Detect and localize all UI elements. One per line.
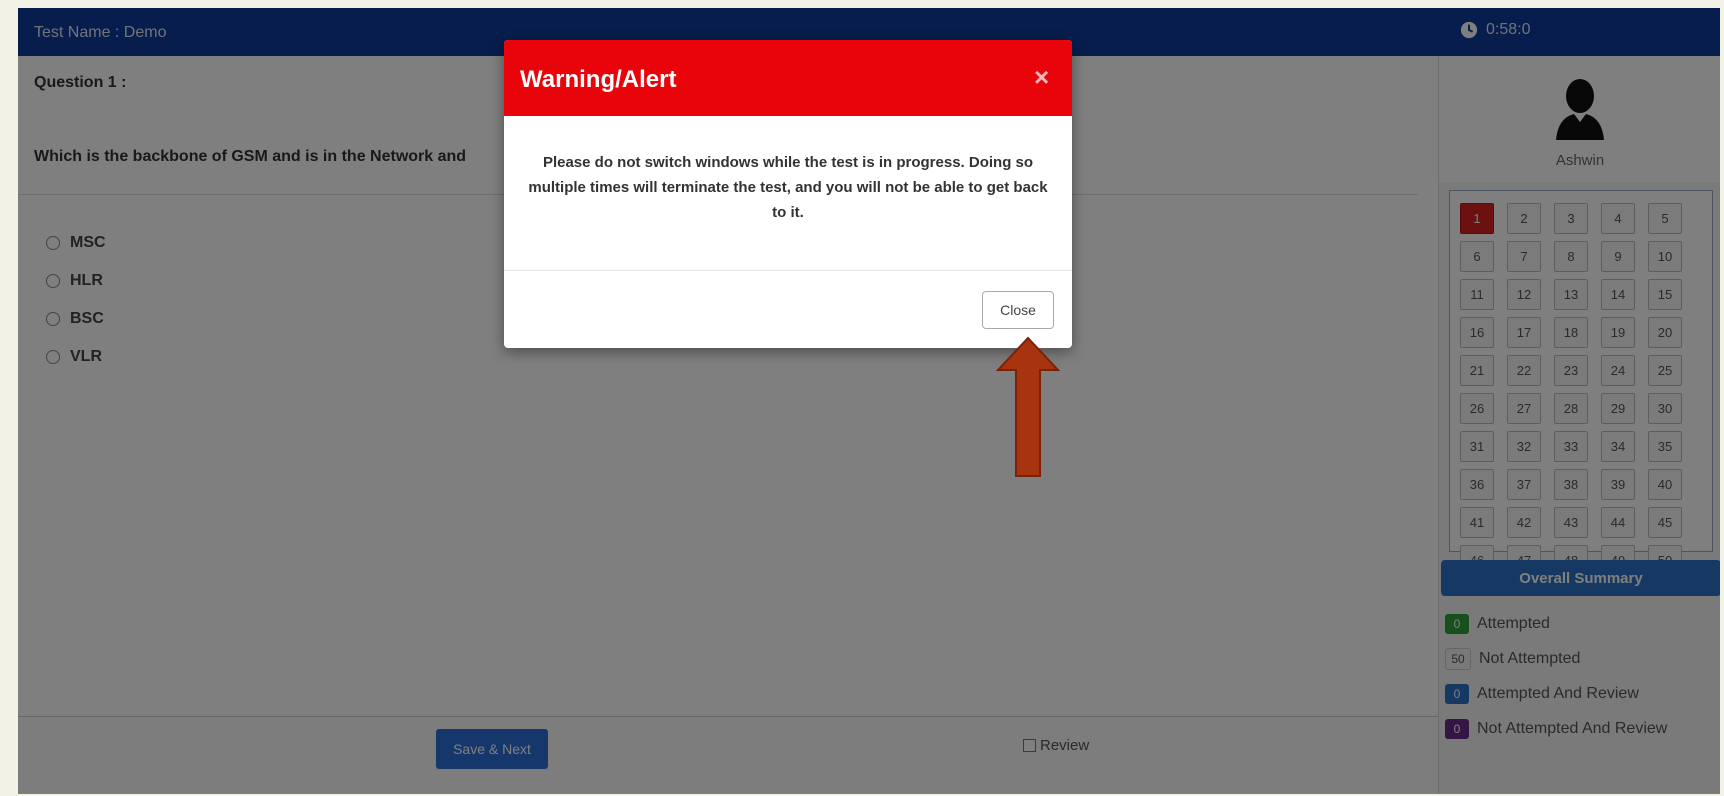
modal-message: Please do not switch windows while the t… xyxy=(528,154,1048,221)
close-button[interactable]: Close xyxy=(982,291,1054,329)
modal-title: Warning/Alert xyxy=(520,66,677,93)
modal-divider xyxy=(504,270,1072,271)
modal-header: Warning/Alert × xyxy=(504,40,1072,116)
warning-modal: Warning/Alert × Please do not switch win… xyxy=(504,40,1072,348)
up-arrow-annotation xyxy=(996,336,1060,477)
close-icon[interactable]: × xyxy=(1034,62,1049,93)
